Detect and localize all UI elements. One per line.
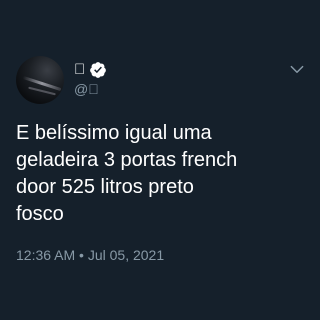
tweet-time: 12:36 AM xyxy=(16,247,76,263)
tweet-timestamp[interactable]: 12:36 AM • Jul 05, 2021 xyxy=(16,245,164,265)
tweet-card:   @  E belíssimo igual uma geladeira 3 p… xyxy=(0,0,320,320)
avatar[interactable] xyxy=(16,56,64,104)
timestamp-separator: • xyxy=(79,247,84,263)
chevron-down-icon[interactable] xyxy=(288,60,306,78)
author-display-name[interactable]:   xyxy=(74,60,85,80)
author-name-row:   xyxy=(74,60,107,80)
author-handle[interactable]: @  xyxy=(74,80,99,98)
verified-badge-icon xyxy=(89,61,107,79)
tweet-date: Jul 05, 2021 xyxy=(87,247,165,263)
tweet-text: E belíssimo igual uma geladeira 3 portas… xyxy=(16,122,238,225)
